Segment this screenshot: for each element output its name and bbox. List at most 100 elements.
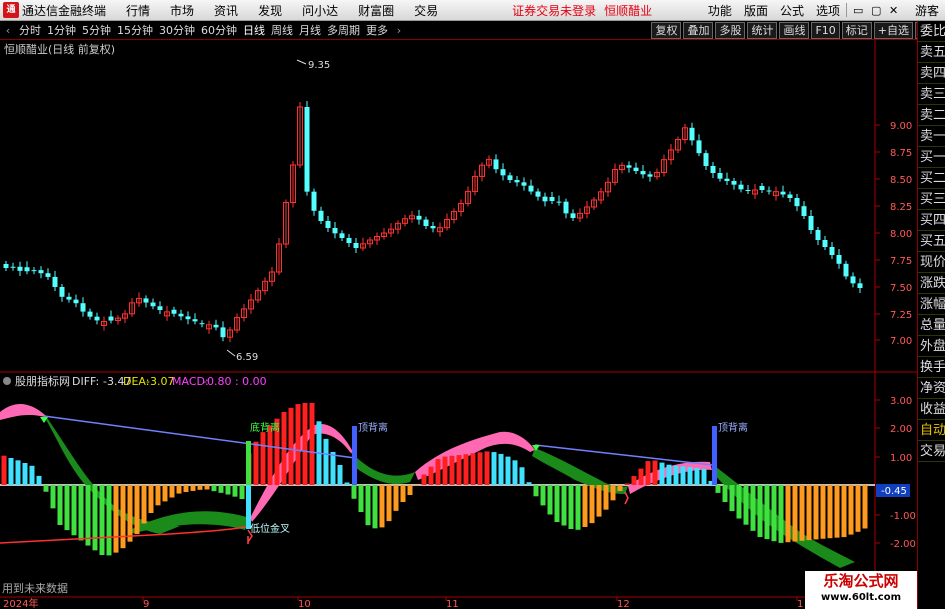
- main-chart-title: 恒顺醋业(日线 前复权): [4, 42, 115, 56]
- chart-area[interactable]: 恒顺醋业(日线 前复权) 9.00 8.75 8.50 8.25 8.00 7.…: [0, 40, 917, 609]
- histogram-bar: [64, 485, 70, 531]
- period-multi[interactable]: 多周期: [324, 22, 363, 38]
- top-divergence-annotation-2: 顶背离: [718, 421, 748, 434]
- histogram-bar: [645, 461, 651, 485]
- chart-canvas[interactable]: 恒顺醋业(日线 前复权) 9.00 8.75 8.50 8.25 8.00 7.…: [0, 40, 917, 609]
- histogram-bar: [15, 460, 21, 485]
- menu-discover[interactable]: 发现: [248, 2, 292, 19]
- tool-multi-stock[interactable]: 多股: [715, 21, 746, 39]
- side-auto-button[interactable]: 自动: [918, 420, 945, 441]
- histogram-bar: [813, 485, 819, 540]
- tool-mark[interactable]: 标记: [841, 21, 872, 39]
- bottom-divergence-annotation: 底背离: [250, 421, 280, 434]
- candle-body: [3, 264, 9, 268]
- guest-label[interactable]: 游客: [909, 2, 945, 19]
- period-30min[interactable]: 30分钟: [156, 22, 198, 38]
- histogram-bar: [834, 485, 840, 538]
- low-price-label: 6.59: [236, 352, 258, 363]
- side-trade-button[interactable]: 交易: [918, 441, 945, 462]
- histogram-bar: [379, 485, 385, 528]
- time-tick: 12: [617, 599, 630, 609]
- period-15min[interactable]: 15分钟: [114, 22, 156, 38]
- menu-market[interactable]: 市场: [160, 2, 204, 19]
- period-timeshare[interactable]: 分时: [16, 22, 44, 38]
- period-daily[interactable]: 日线: [240, 22, 268, 38]
- time-tick: 10: [298, 599, 311, 609]
- period-60min[interactable]: 60分钟: [198, 22, 240, 38]
- histogram-bar: [687, 467, 693, 485]
- menu-wealth[interactable]: 财富圈: [348, 2, 404, 19]
- candle-body: [542, 196, 548, 202]
- side-label-bid3: 买三: [918, 189, 945, 210]
- period-weekly[interactable]: 周线: [268, 22, 296, 38]
- candle-body: [339, 233, 345, 238]
- side-label-commission-ratio[interactable]: 委比: [918, 21, 945, 42]
- chevron-left-icon[interactable]: ‹: [0, 24, 16, 37]
- histogram-bar: [659, 462, 665, 485]
- menu-news[interactable]: 资讯: [204, 2, 248, 19]
- price-axis: 9.00 8.75 8.50 8.25 8.00 7.75 7.50 7.25 …: [890, 121, 912, 347]
- histogram-bar: [526, 482, 532, 485]
- histogram-bar: [554, 485, 560, 522]
- candle-body: [801, 206, 807, 216]
- app-title: 通达信金融终端: [22, 3, 107, 18]
- menu-bar: 通 通达信金融终端 行情 市场 资讯 发现 问小达 财富圈 交易 证券交易未登录…: [0, 0, 945, 21]
- period-5min[interactable]: 5分钟: [79, 22, 114, 38]
- histogram-bar: [841, 485, 847, 538]
- side-label-ask1: 卖一: [918, 126, 945, 147]
- histogram-bar: [288, 407, 294, 485]
- histogram-bar: [386, 485, 392, 522]
- tool-add-watchlist[interactable]: +自选: [873, 21, 913, 39]
- histogram-bar: [785, 485, 791, 543]
- period-1min[interactable]: 1分钟: [44, 22, 79, 38]
- indicator-settings-icon[interactable]: [3, 377, 11, 385]
- period-more[interactable]: 更多: [363, 22, 391, 38]
- histogram-bar: [218, 485, 224, 493]
- candle-body: [346, 238, 352, 243]
- tool-adjust[interactable]: 复权: [651, 21, 682, 39]
- menu-ask[interactable]: 问小达: [292, 2, 348, 19]
- tool-overlay[interactable]: 叠加: [683, 21, 714, 39]
- candle-body: [150, 302, 156, 307]
- tool-stats[interactable]: 统计: [747, 21, 778, 39]
- side-label-bid5: 买五: [918, 231, 945, 252]
- tool-draw[interactable]: 画线: [779, 21, 810, 39]
- candle-body: [570, 213, 576, 218]
- close-icon[interactable]: ✕: [883, 4, 901, 17]
- menu-options[interactable]: 选项: [810, 2, 846, 19]
- candle-body: [430, 226, 436, 229]
- candle-body: [178, 313, 184, 317]
- menu-functions[interactable]: 功能: [702, 2, 738, 19]
- histogram-bar: [694, 467, 700, 485]
- menu-trade[interactable]: 交易: [404, 2, 448, 19]
- side-label-outer-volume: 外盘: [918, 336, 945, 357]
- menu-layout[interactable]: 版面: [738, 2, 774, 19]
- price-tick: 8.25: [890, 202, 912, 213]
- histogram-bar: [106, 485, 112, 556]
- minimize-icon[interactable]: ▭: [847, 4, 865, 17]
- menu-quotes[interactable]: 行情: [116, 2, 160, 19]
- menu-formula[interactable]: 公式: [774, 2, 810, 19]
- side-label-bid1: 买一: [918, 147, 945, 168]
- candle-body: [143, 298, 149, 303]
- histogram-bar: [617, 485, 623, 491]
- histogram-bar: [442, 456, 448, 485]
- indicator-tick: 1.00: [890, 453, 912, 464]
- restore-icon[interactable]: ▢: [865, 4, 883, 17]
- candle-body: [843, 263, 849, 277]
- login-status[interactable]: 证券交易未登录: [508, 2, 600, 19]
- histogram-bar: [575, 485, 581, 530]
- histogram-bar: [421, 474, 427, 485]
- indicator-name[interactable]: 股朋指标网: [15, 374, 70, 388]
- histogram-bar: [848, 485, 854, 535]
- indicator-tick: 2.00: [890, 424, 912, 435]
- histogram-bar: [505, 456, 511, 485]
- side-label-ask3: 卖三: [918, 84, 945, 105]
- candle-body: [633, 167, 639, 171]
- histogram-bar: [127, 485, 133, 542]
- candle-body: [780, 191, 786, 195]
- tool-f10[interactable]: F10: [811, 21, 840, 39]
- chevron-right-icon[interactable]: ›: [391, 24, 407, 37]
- period-monthly[interactable]: 月线: [296, 22, 324, 38]
- histogram-bar: [771, 485, 777, 542]
